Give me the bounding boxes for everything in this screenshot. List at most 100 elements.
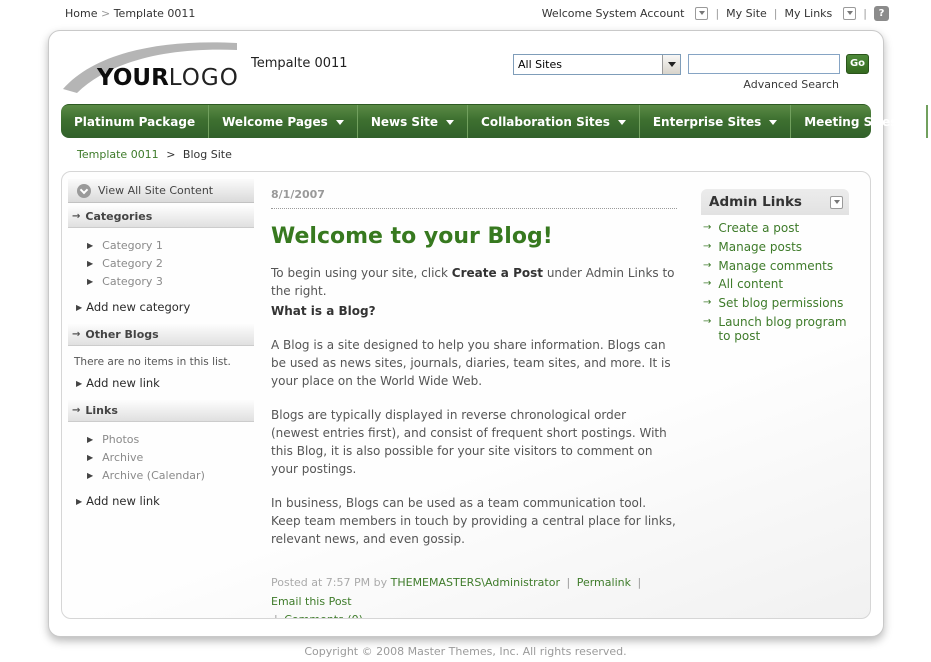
- link-arrow-icon: →: [703, 222, 711, 236]
- search-go-button[interactable]: Go: [846, 54, 869, 74]
- author-link[interactable]: THEMEMASTERS\Administrator: [391, 576, 560, 589]
- bullet-icon: ▶: [76, 497, 82, 506]
- intro-text: To begin using your site, click: [271, 266, 452, 280]
- browser-top-bar: Home > Template 0011 Welcome System Acco…: [0, 0, 931, 26]
- admin-link-manage-posts[interactable]: → Manage posts: [703, 241, 849, 255]
- post-title: Welcome to your Blog!: [271, 224, 677, 249]
- account-menu-bar: Welcome System Account | My Site | My Li…: [542, 6, 889, 21]
- meta-separator: |: [637, 576, 641, 589]
- breadcrumb-home-link[interactable]: Home: [65, 7, 97, 20]
- site-actions-button[interactable]: Site Actions: [927, 105, 931, 138]
- copyright-text: Copyright © 2008 Master Themes, Inc. All…: [0, 645, 931, 658]
- content-panel: View All Site Content → Categories ▶ Cat…: [61, 171, 871, 619]
- logo-text-your: YOUR: [97, 65, 169, 91]
- comments-link[interactable]: Comments (0): [284, 613, 363, 619]
- breadcrumb-current-page: Blog Site: [183, 148, 232, 161]
- sidebar-item-archive-calendar[interactable]: ▶ Archive (Calendar): [68, 466, 254, 484]
- link-arrow-icon: →: [703, 297, 711, 311]
- admin-link-all-content[interactable]: → All content: [703, 278, 849, 292]
- my-links-dropdown-icon[interactable]: [843, 7, 856, 20]
- admin-panel-dropdown-icon[interactable]: [830, 196, 843, 209]
- sidebar-item-category-2[interactable]: ▶ Category 2: [68, 254, 254, 272]
- admin-link-create-a-post[interactable]: → Create a post: [703, 222, 849, 236]
- add-action-label: Add new category: [86, 300, 190, 314]
- sidebar-item-label: Archive: [102, 451, 143, 464]
- bullet-icon: ▶: [87, 453, 93, 462]
- advanced-search-link[interactable]: Advanced Search: [688, 78, 869, 91]
- admin-links-title: Admin Links: [709, 194, 802, 210]
- nav-tab-label: Collaboration Sites: [481, 115, 610, 129]
- sidebar-section-links[interactable]: → Links: [68, 400, 254, 422]
- post-meta: Posted at 7:57 PM by THEMEMASTERS\Admini…: [271, 574, 677, 619]
- chevron-down-icon: [336, 120, 344, 125]
- bullet-icon: ▶: [87, 435, 93, 444]
- view-all-site-content-button[interactable]: View All Site Content: [68, 179, 254, 203]
- view-all-label: View All Site Content: [98, 184, 213, 197]
- section-arrow-icon: →: [72, 329, 80, 340]
- breadcrumb-current: Template 0011: [114, 7, 196, 20]
- admin-link-label: Set blog permissions: [718, 297, 843, 311]
- sidebar-item-category-1[interactable]: ▶ Category 1: [68, 236, 254, 254]
- admin-link-launch-blog-program[interactable]: → Launch blog program to post: [703, 316, 849, 344]
- nav-tab-label: News Site: [371, 115, 438, 129]
- categories-list: ▶ Category 1 ▶ Category 2 ▶ Category 3: [68, 228, 254, 292]
- admin-link-label: All content: [718, 278, 783, 292]
- sidebar-item-label: Archive (Calendar): [102, 469, 205, 482]
- sidebar-section-categories[interactable]: → Categories: [68, 206, 254, 228]
- welcome-account-menu[interactable]: Welcome System Account: [542, 7, 685, 20]
- permalink-link[interactable]: Permalink: [577, 576, 631, 589]
- select-dropdown-icon[interactable]: [662, 55, 680, 74]
- section-arrow-icon: →: [72, 211, 80, 222]
- add-action-label: Add new link: [86, 376, 160, 390]
- sidebar-item-category-3[interactable]: ▶ Category 3: [68, 272, 254, 290]
- nav-tab-welcome-pages[interactable]: Welcome Pages: [209, 105, 358, 138]
- email-this-post-link[interactable]: Email this Post: [271, 595, 352, 608]
- chevron-down-icon: [618, 120, 626, 125]
- link-arrow-icon: →: [703, 278, 711, 292]
- section-title: Categories: [85, 210, 152, 223]
- my-links-menu[interactable]: My Links: [785, 7, 833, 20]
- nav-tab-platinum-package[interactable]: Platinum Package: [61, 105, 209, 138]
- admin-link-label: Create a post: [718, 222, 799, 236]
- account-dropdown-icon[interactable]: [695, 7, 708, 20]
- nav-tab-meeting-sites[interactable]: Meeting Sites: [791, 105, 927, 138]
- bullet-icon: ▶: [76, 303, 82, 312]
- add-new-category-link[interactable]: ▶ Add new category: [68, 300, 254, 314]
- breadcrumb-parent-link[interactable]: Template 0011: [77, 148, 159, 161]
- add-new-link-links[interactable]: ▶ Add new link: [68, 494, 254, 508]
- admin-link-label: Manage posts: [718, 241, 802, 255]
- sidebar-item-label: Category 1: [102, 239, 163, 252]
- nav-tab-label: Enterprise Sites: [653, 115, 761, 129]
- add-action-label: Add new link: [86, 494, 160, 508]
- bullet-icon: ▶: [87, 241, 93, 250]
- nav-tab-enterprise-sites[interactable]: Enterprise Sites: [640, 105, 791, 138]
- sidebar-item-archive[interactable]: ▶ Archive: [68, 448, 254, 466]
- page-breadcrumb: Template 0011 > Blog Site: [77, 148, 232, 161]
- search-scope-select[interactable]: All Sites: [513, 54, 681, 75]
- my-site-link[interactable]: My Site: [726, 7, 767, 20]
- help-icon[interactable]: ?: [874, 6, 889, 21]
- admin-link-set-blog-permissions[interactable]: → Set blog permissions: [703, 297, 849, 311]
- menu-separator: |: [715, 7, 719, 20]
- chevron-down-icon: [905, 120, 913, 125]
- admin-link-label: Launch blog program to post: [718, 316, 849, 344]
- post-paragraph-intro: To begin using your site, click Create a…: [271, 264, 677, 320]
- meta-separator: |: [567, 576, 571, 589]
- page-card: YOURLOGO Tempalte 0011 All Sites Go Adva…: [48, 30, 884, 637]
- breadcrumb-separator: >: [101, 7, 110, 20]
- add-new-link-other-blogs[interactable]: ▶ Add new link: [68, 376, 254, 390]
- search-area: All Sites Go Advanced Search: [513, 54, 869, 91]
- search-input[interactable]: [688, 54, 840, 74]
- admin-link-manage-comments[interactable]: → Manage comments: [703, 260, 849, 274]
- admin-links-panel: Admin Links → Create a post → Manage pos…: [701, 189, 849, 618]
- site-header: YOURLOGO Tempalte 0011 All Sites Go Adva…: [49, 31, 883, 104]
- sidebar-item-photos[interactable]: ▶ Photos: [68, 430, 254, 448]
- logo-text-logo: LOGO: [169, 65, 239, 91]
- sidebar-section-other-blogs[interactable]: → Other Blogs: [68, 324, 254, 346]
- what-is-a-blog-heading: What is a Blog?: [271, 302, 677, 320]
- nav-tab-collaboration-sites[interactable]: Collaboration Sites: [468, 105, 640, 138]
- section-title: Other Blogs: [85, 328, 158, 341]
- site-logo[interactable]: YOURLOGO: [61, 37, 246, 97]
- chevron-down-icon: [769, 120, 777, 125]
- nav-tab-news-site[interactable]: News Site: [358, 105, 468, 138]
